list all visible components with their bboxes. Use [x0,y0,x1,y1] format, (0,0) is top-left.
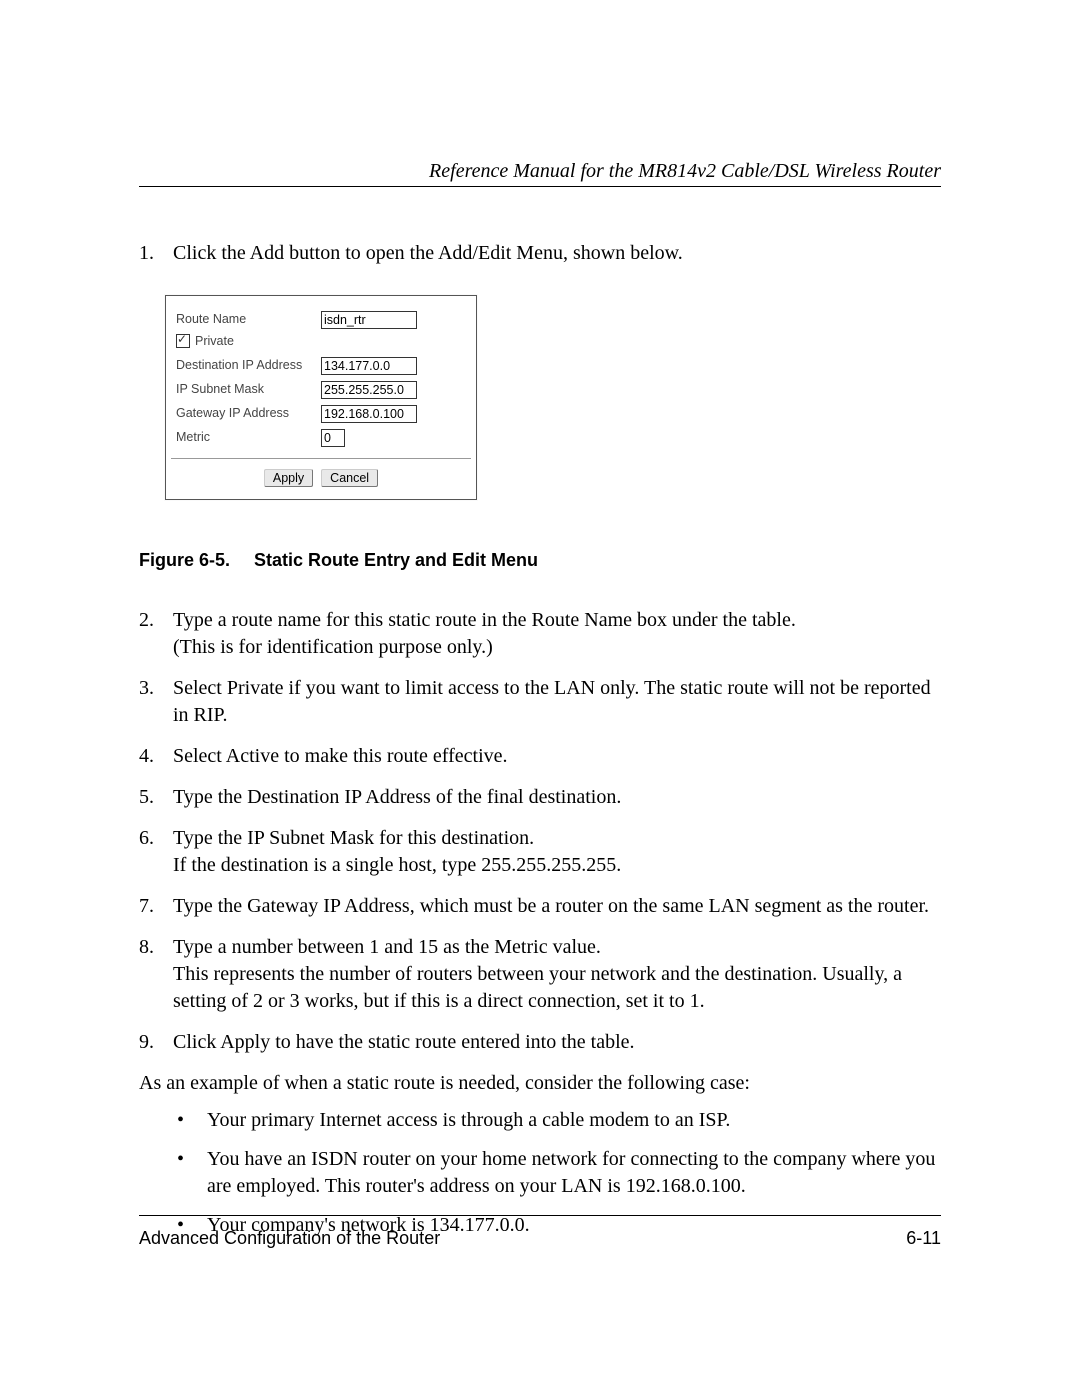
step-text-line: Type the IP Subnet Mask for this destina… [173,827,534,849]
figure-number: Figure 6-5. [139,550,249,571]
figure-title: Static Route Entry and Edit Menu [254,550,538,570]
step-text-line: Type a route name for this static route … [173,609,796,631]
private-label: Private [195,334,234,348]
static-route-form: Route Name Private Destination IP Addres… [165,295,477,500]
route-name-row: Route Name [176,310,466,330]
step-2: 2. Type a route name for this static rou… [139,607,941,661]
step-7: 7. Type the Gateway IP Address, which mu… [139,893,941,920]
step-text-line: If the destination is a single host, typ… [173,854,621,876]
dest-ip-label: Destination IP Address [176,359,321,373]
metric-input[interactable] [321,429,345,447]
bullet-text: You have an ISDN router on your home net… [207,1146,941,1200]
form-actions: Apply Cancel [176,469,466,487]
subnet-row: IP Subnet Mask [176,380,466,400]
content-area: 1. Click the Add button to open the Add/… [139,240,941,1251]
step-9: 9. Click Apply to have the static route … [139,1029,941,1056]
step-5: 5. Type the Destination IP Address of th… [139,784,941,811]
step-number: 5. [139,784,173,811]
gateway-input[interactable] [321,405,417,423]
example-intro: As an example of when a static route is … [139,1070,941,1097]
route-name-input[interactable] [321,311,417,329]
subnet-input[interactable] [321,381,417,399]
dest-ip-input[interactable] [321,357,417,375]
bullet-icon: • [177,1146,207,1200]
step-text: Type a number between 1 and 15 as the Me… [173,934,941,1015]
step-text-line: This represents the number of routers be… [173,963,902,1012]
apply-button[interactable]: Apply [264,469,313,487]
step-text-line: Type a number between 1 and 15 as the Me… [173,936,601,958]
step-number: 9. [139,1029,173,1056]
dest-ip-row: Destination IP Address [176,356,466,376]
form-divider [171,458,471,459]
step-text: Type the IP Subnet Mask for this destina… [173,825,941,879]
step-number: 3. [139,675,173,729]
metric-label: Metric [176,431,321,445]
step-number: 8. [139,934,173,1015]
cancel-button[interactable]: Cancel [321,469,378,487]
bullet-2: • You have an ISDN router on your home n… [177,1146,941,1200]
step-number: 2. [139,607,173,661]
gateway-row: Gateway IP Address [176,404,466,424]
header-divider [139,186,941,187]
step-text: Click Apply to have the static route ent… [173,1029,941,1056]
step-3: 3. Select Private if you want to limit a… [139,675,941,729]
footer-section-name: Advanced Configuration of the Router [139,1228,440,1249]
footer-page-number: 6-11 [906,1228,941,1249]
bullet-icon: • [177,1107,207,1134]
step-4: 4. Select Active to make this route effe… [139,743,941,770]
bullet-text: Your primary Internet access is through … [207,1107,941,1134]
manual-page: Reference Manual for the MR814v2 Cable/D… [0,0,1080,1397]
private-row: Private [176,334,466,348]
gateway-label: Gateway IP Address [176,407,321,421]
step-6: 6. Type the IP Subnet Mask for this dest… [139,825,941,879]
example-bullets: • Your primary Internet access is throug… [177,1107,941,1239]
step-text: Select Private if you want to limit acce… [173,675,941,729]
step-text: Type the Gateway IP Address, which must … [173,893,941,920]
route-name-label: Route Name [176,313,321,327]
page-header-title: Reference Manual for the MR814v2 Cable/D… [429,160,941,183]
figure-caption: Figure 6-5. Static Route Entry and Edit … [139,550,941,571]
step-text: Click the Add button to open the Add/Edi… [173,240,941,267]
metric-row: Metric [176,428,466,448]
step-number: 7. [139,893,173,920]
bullet-1: • Your primary Internet access is throug… [177,1107,941,1134]
step-text-line: (This is for identification purpose only… [173,636,493,658]
footer-divider [139,1215,941,1216]
private-checkbox[interactable] [176,334,190,348]
step-number: 6. [139,825,173,879]
step-number: 4. [139,743,173,770]
step-text: Select Active to make this route effecti… [173,743,941,770]
step-text: Type the Destination IP Address of the f… [173,784,941,811]
step-number: 1. [139,240,173,267]
step-text: Type a route name for this static route … [173,607,941,661]
step-8: 8. Type a number between 1 and 15 as the… [139,934,941,1015]
step-1: 1. Click the Add button to open the Add/… [139,240,941,267]
subnet-label: IP Subnet Mask [176,383,321,397]
